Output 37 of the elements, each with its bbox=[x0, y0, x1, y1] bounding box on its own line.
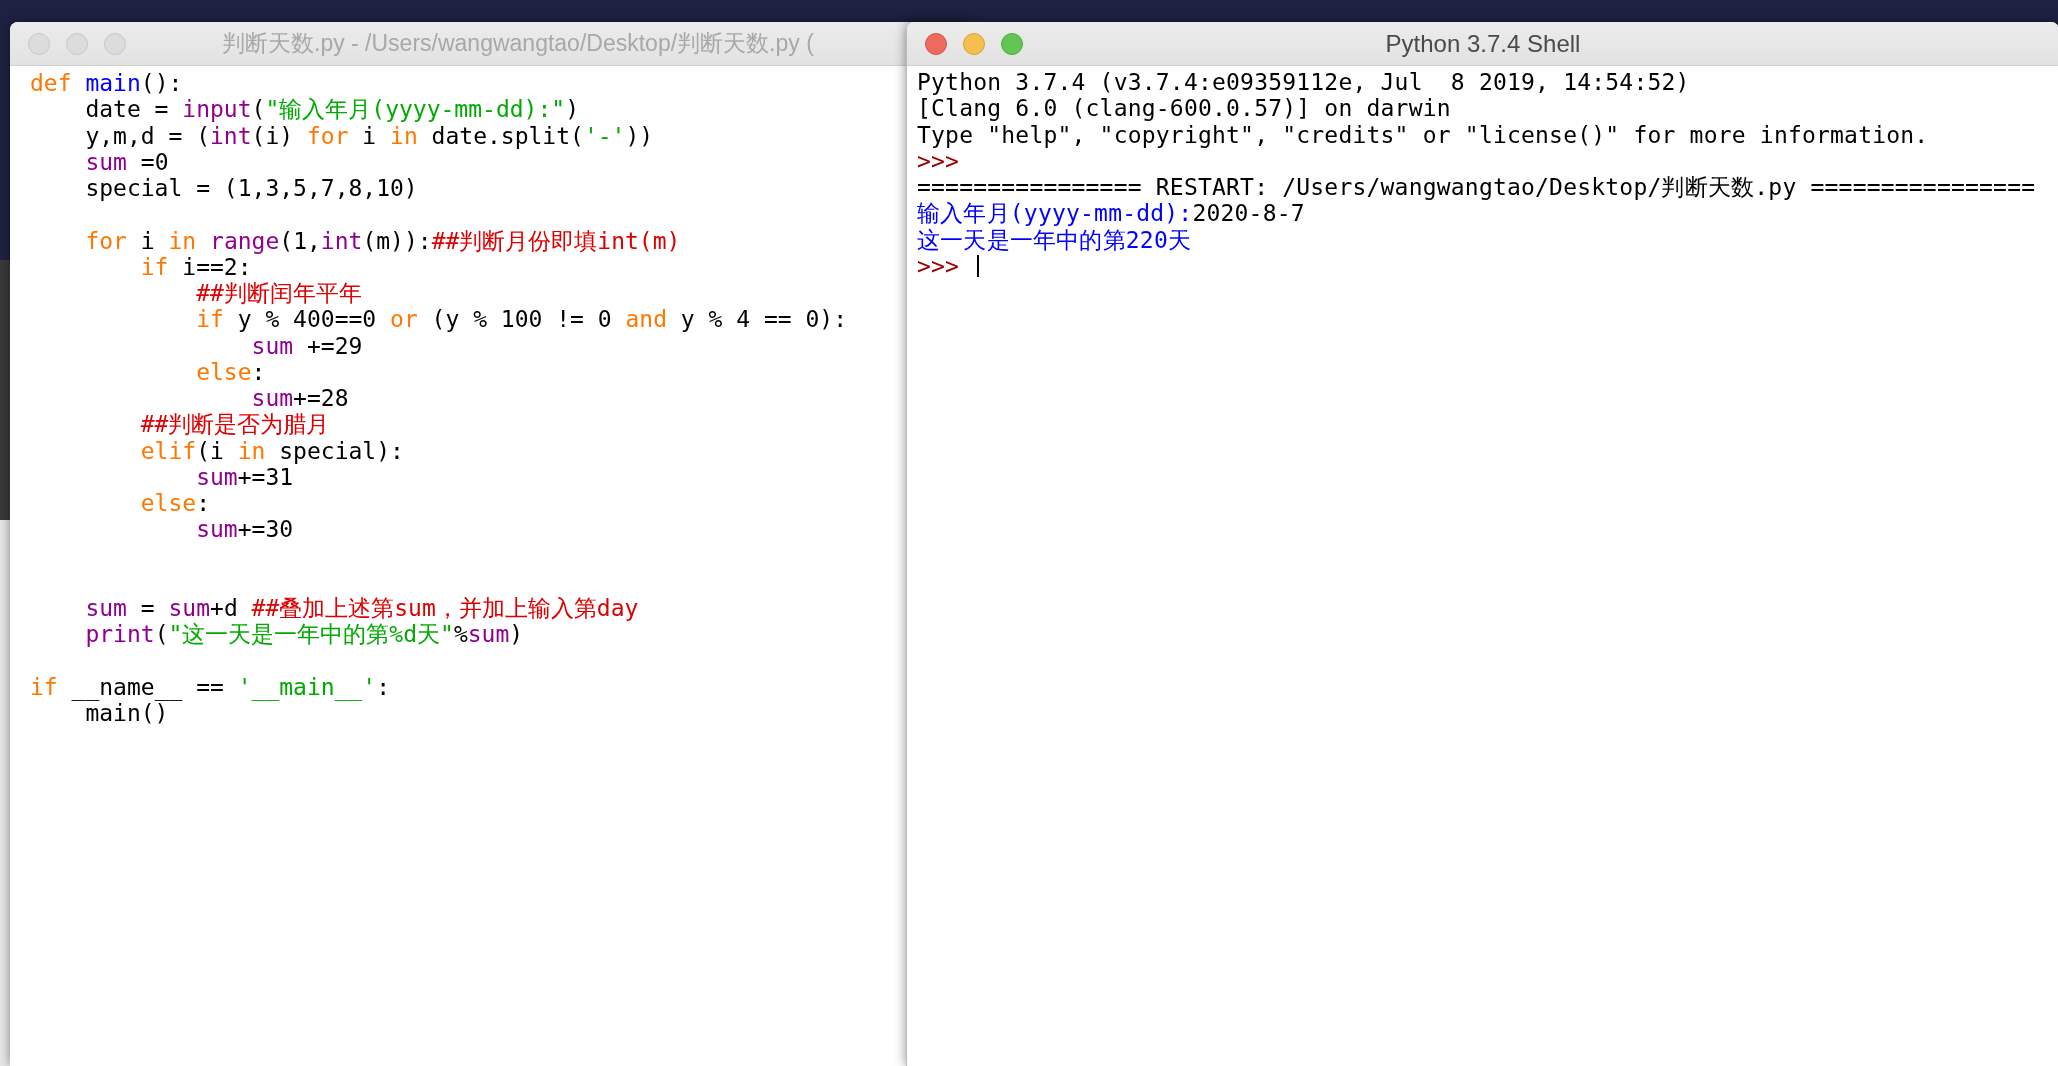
code-line: sum =0 bbox=[84, 148, 169, 175]
code-line: print("这一天是一年中的第%d天"%sum) bbox=[84, 621, 524, 648]
code-line: ##判断闰年平年 bbox=[195, 280, 362, 307]
code-line: y,m,d = (int(i) for i in date.split('-')) bbox=[84, 122, 654, 149]
code-line: sum+=28 bbox=[250, 385, 349, 412]
code-line: if i==2: bbox=[139, 253, 252, 280]
shell-line: [Clang 6.0 (clang-600.0.57)] on darwin bbox=[917, 95, 1451, 122]
code-line: else: bbox=[195, 358, 266, 385]
code-line: elif(i in special): bbox=[139, 437, 404, 464]
code-line: date = input("输入年月(yyyy-mm-dd):") bbox=[84, 96, 579, 123]
code-line: sum+=31 bbox=[195, 463, 294, 490]
shell-line: 输入年月(yyyy-mm-dd):2020-8-7 bbox=[917, 200, 1305, 227]
code-line: else: bbox=[139, 490, 211, 517]
zoom-button[interactable] bbox=[1001, 32, 1023, 55]
code-line: if __name__ == '__main__': bbox=[30, 673, 391, 700]
code-line: if y % 400==0 or (y % 100 != 0 and y % 4 == 0): bbox=[195, 306, 848, 333]
shell-line: ================ RESTART: /Users/wangwangtao/Desktop/判断天数.py ================ bbox=[917, 174, 2036, 201]
code-line: special = (1,3,5,7,8,10) bbox=[84, 175, 418, 202]
shell-line: Type "help", "copyright", "credits" or "license()" for more information. bbox=[917, 121, 1929, 148]
shell-line: Python 3.7.4 (v3.7.4:e09359112e, Jul 8 2019, 14:54:52) bbox=[917, 69, 1690, 96]
zoom-button[interactable] bbox=[104, 32, 126, 55]
code-line: sum+=30 bbox=[195, 516, 294, 543]
shell-line: 这一天是一年中的第220天 bbox=[917, 226, 1192, 253]
code-line: for i in range(1,int(m)):##判断月份即填int(m) bbox=[84, 227, 681, 254]
code-line: ##判断是否为腊月 bbox=[139, 411, 330, 438]
code-line: main() bbox=[85, 700, 169, 727]
close-button[interactable] bbox=[28, 32, 50, 55]
minimize-button[interactable] bbox=[66, 32, 88, 55]
minimize-button[interactable] bbox=[963, 32, 985, 55]
code-line: def main(): bbox=[30, 70, 183, 97]
code-line: sum +=29 bbox=[250, 332, 363, 359]
window-title: Python 3.7.4 Shell bbox=[1385, 29, 1581, 57]
shell-line: >>> bbox=[917, 147, 960, 174]
close-button[interactable] bbox=[925, 32, 947, 55]
shell-line: >>> bbox=[917, 252, 961, 279]
window-title: 判断天数.py - /Users/wangwangtao/Desktop/判断天数.py ( bbox=[222, 29, 814, 58]
code-line: sum = sum+d ##叠加上述第sum，并加上输入第day bbox=[84, 595, 639, 622]
